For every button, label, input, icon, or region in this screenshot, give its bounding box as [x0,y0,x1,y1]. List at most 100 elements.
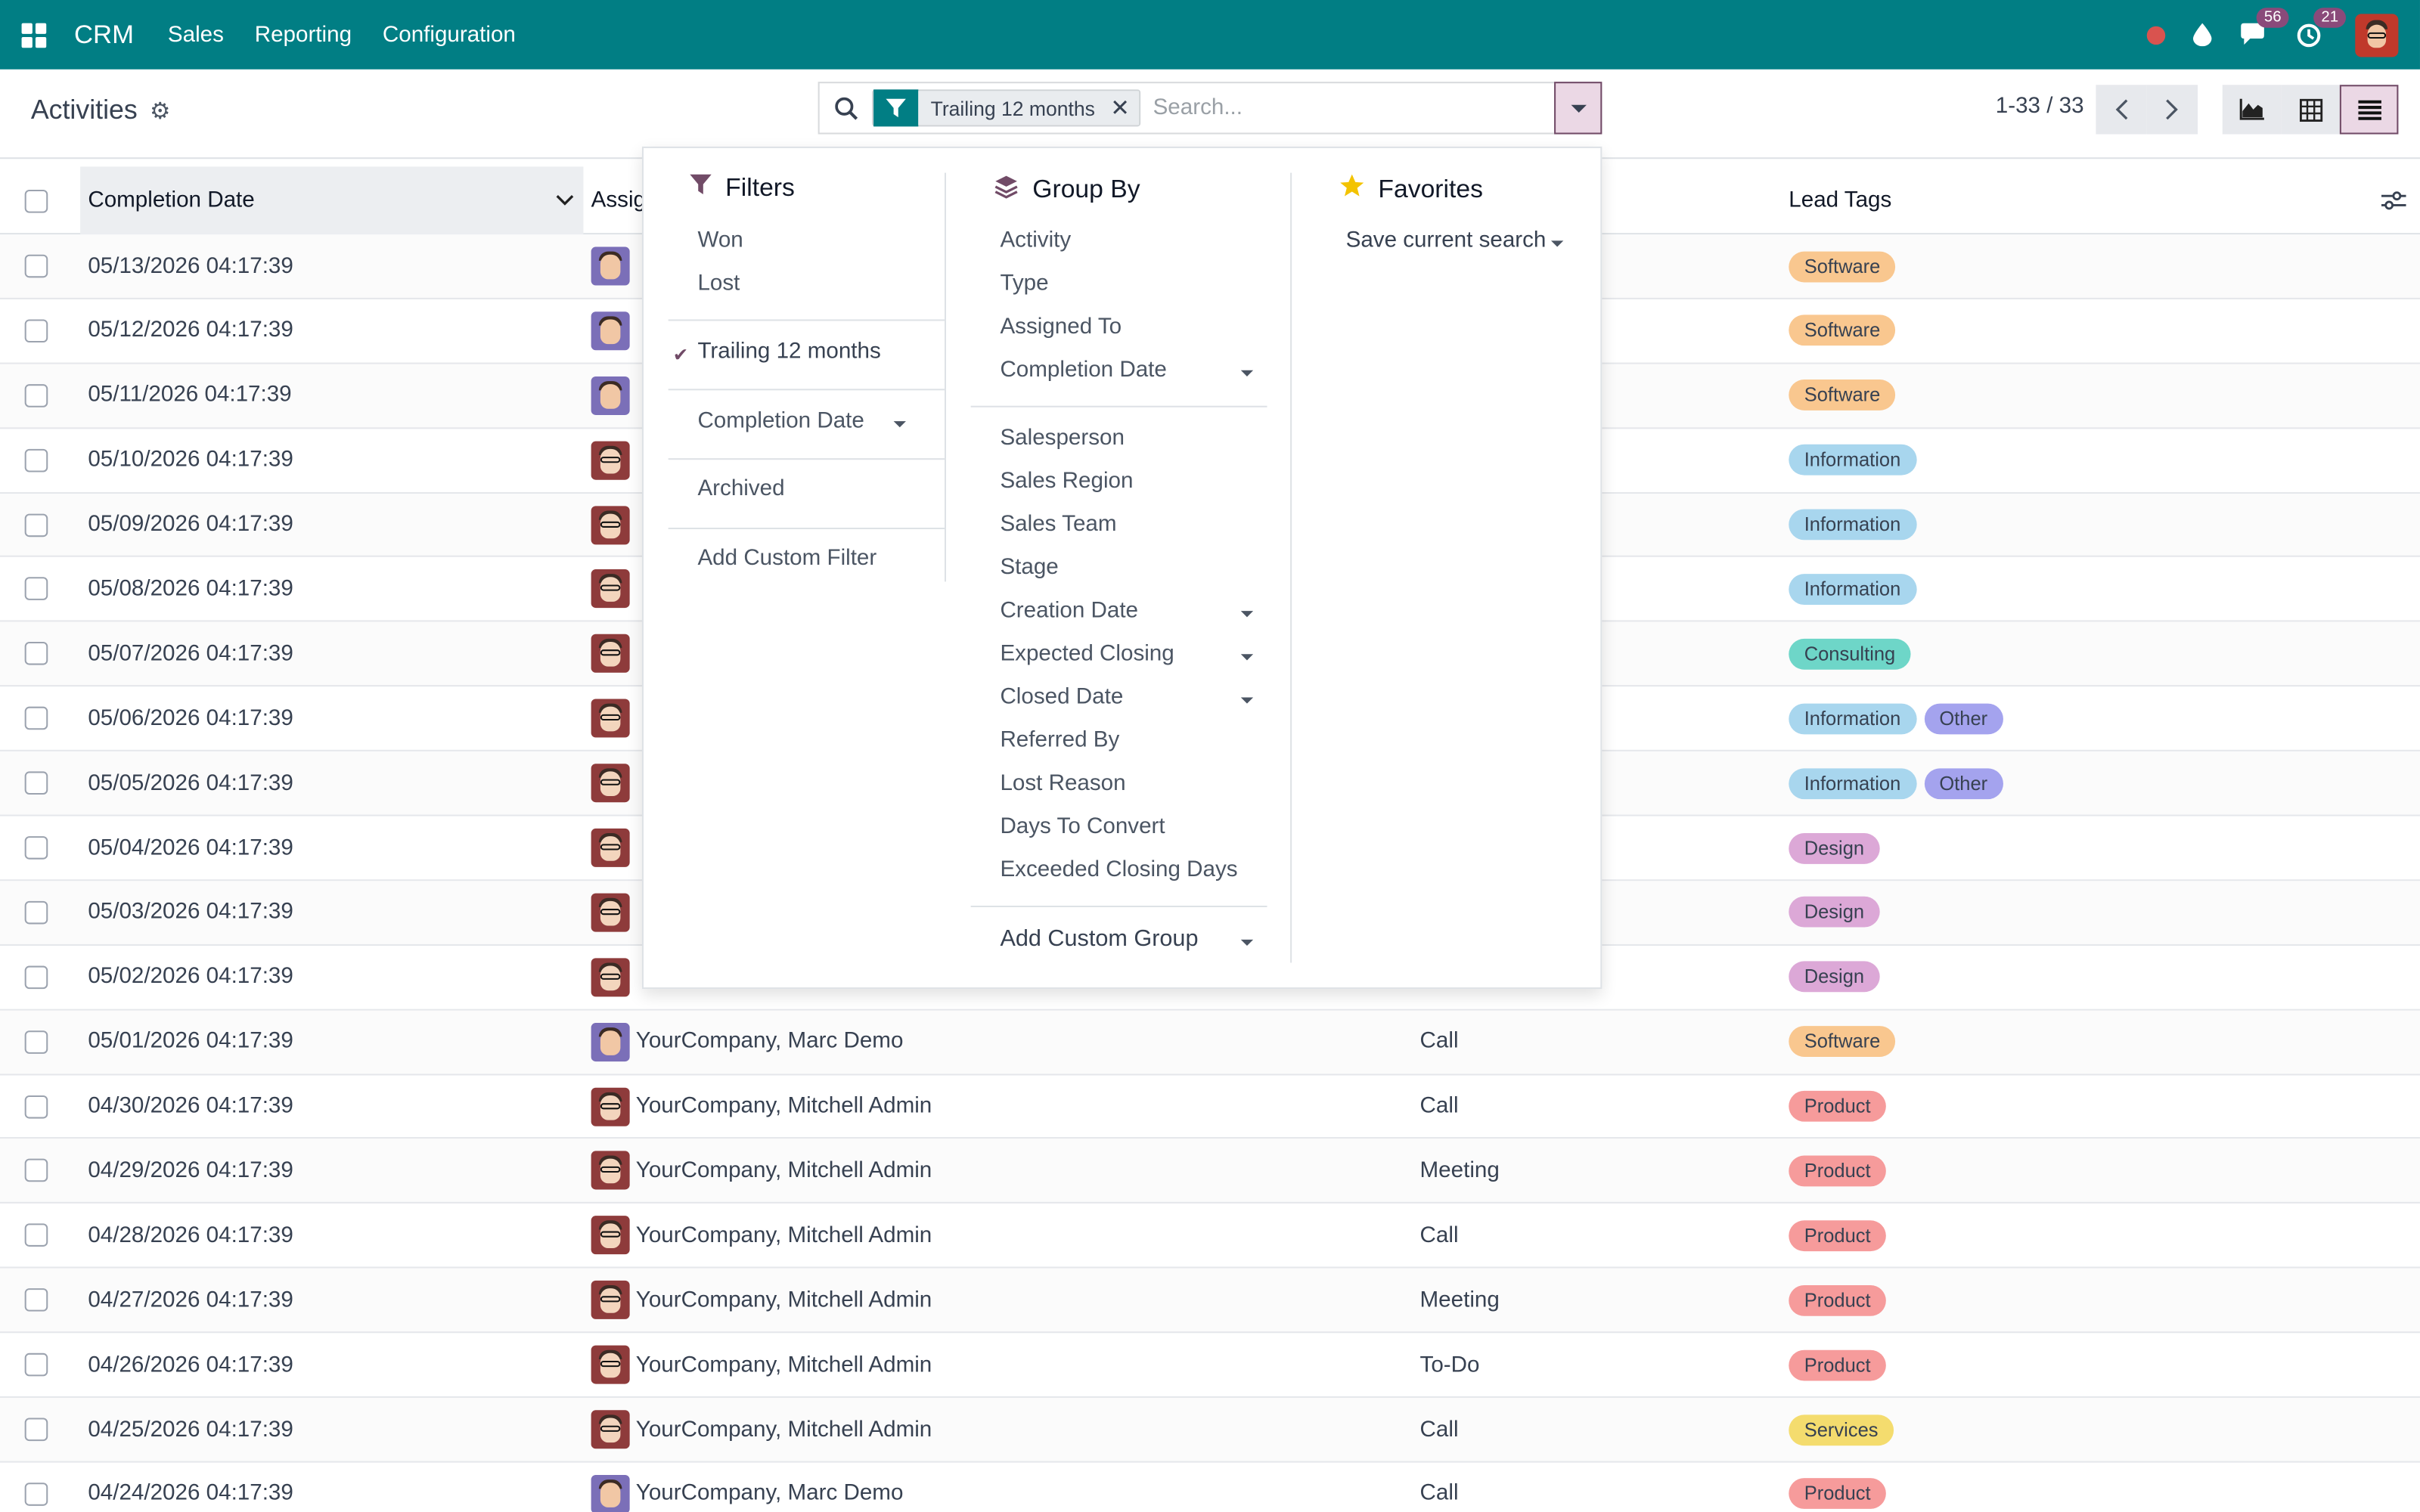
messages-icon[interactable]: 56 [2239,7,2289,48]
row-checkbox[interactable] [24,493,48,556]
caret-down-icon[interactable] [1240,939,1254,947]
pivot-view-button[interactable] [2281,85,2340,135]
row-checkbox[interactable] [24,1398,48,1461]
group-by-option[interactable]: Completion Date [1000,358,1166,383]
assigned-cell [591,881,636,944]
search-icon[interactable] [820,96,872,120]
completion-date-cell: 04/29/2026 04:17:39 [88,1158,293,1184]
group-by-option[interactable]: Creation Date [1000,599,1138,624]
column-divider [944,172,947,582]
row-checkbox[interactable] [24,881,48,944]
group-by-option[interactable]: Sales Team [1000,513,1116,538]
caret-down-icon[interactable] [1240,370,1254,376]
row-checkbox[interactable] [24,234,48,298]
avatar [591,1216,630,1255]
add-custom-filter-link[interactable]: Add Custom Filter [697,546,876,571]
row-checkbox[interactable] [24,622,48,686]
table-row[interactable]: 05/01/2026 04:17:39 YourCompany, Marc De… [0,1010,2420,1075]
table-row[interactable]: 04/26/2026 04:17:39 YourCompany, Mitchel… [0,1334,2420,1399]
group-by-option[interactable]: Sales Region [1000,469,1133,494]
row-checkbox[interactable] [24,1334,48,1397]
group-by-option[interactable]: Stage [1000,556,1058,581]
caret-down-icon[interactable] [1551,240,1564,247]
menu-reporting[interactable]: Reporting [255,23,352,48]
filter-trailing-12-months[interactable]: Trailing 12 months [697,339,880,364]
row-checkbox[interactable] [24,816,48,880]
assigned-name: YourCompany, Mitchell Admin [635,1352,932,1377]
filter-won[interactable]: Won [697,228,743,253]
remove-facet-icon[interactable]: ✕ [1110,94,1130,122]
caret-down-icon[interactable] [1240,697,1254,704]
pager-previous-button[interactable] [2096,85,2147,135]
caret-down-icon[interactable] [1240,611,1254,618]
recording-indicator-icon[interactable] [2146,25,2166,45]
group-by-option[interactable]: Salesperson [1000,426,1125,451]
pager-next-button[interactable] [2146,85,2198,135]
row-checkbox[interactable] [24,299,48,363]
row-checkbox[interactable] [24,1075,48,1139]
row-checkbox[interactable] [24,751,48,815]
table-row[interactable]: 04/29/2026 04:17:39 YourCompany, Mitchel… [0,1139,2420,1204]
column-lead-tags[interactable]: Lead Tags [1789,166,1891,234]
assigned-name: YourCompany, Mitchell Admin [635,1158,932,1184]
group-by-option[interactable]: Days To Convert [1000,815,1165,840]
graph-view-button[interactable] [2222,85,2282,135]
group-by-option[interactable]: Activity [1000,228,1071,253]
menu-configuration[interactable]: Configuration [383,23,516,48]
menu-sales[interactable]: Sales [168,23,224,48]
column-assigned[interactable]: Assig [591,166,646,234]
drop-icon[interactable] [2192,23,2212,47]
row-checkbox[interactable] [24,1463,48,1512]
row-checkbox[interactable] [24,1010,48,1074]
add-custom-group-select[interactable]: Add Custom Group [1000,925,1198,952]
group-by-option[interactable]: Closed Date [1000,685,1123,710]
table-row[interactable]: 04/28/2026 04:17:39 YourCompany, Mitchel… [0,1204,2420,1269]
pager-value[interactable]: 1-33 / 33 [1996,94,2084,119]
star-icon [1339,174,1364,206]
save-current-search-toggle[interactable]: Save current search [1346,228,1547,253]
group-by-option[interactable]: Expected Closing [1000,642,1174,667]
filter-icon [873,89,919,127]
avatar [591,699,630,738]
group-by-option[interactable]: Assigned To [1000,314,1122,339]
user-avatar[interactable] [2355,13,2399,57]
table-row[interactable]: 04/27/2026 04:17:39 YourCompany, Mitchel… [0,1269,2420,1334]
filter-facet[interactable]: Trailing 12 months ✕ [872,89,1141,127]
caret-down-icon[interactable] [893,421,906,428]
column-completion-date[interactable]: Completion Date [80,166,584,235]
row-checkbox[interactable] [24,364,48,427]
table-row[interactable]: 04/25/2026 04:17:39 YourCompany, Mitchel… [0,1398,2420,1463]
list-view-button[interactable] [2339,85,2399,135]
gear-icon[interactable]: ⚙ [150,97,170,125]
filter-completion-date[interactable]: Completion Date [697,409,864,434]
table-row[interactable]: 04/30/2026 04:17:39 YourCompany, Mitchel… [0,1075,2420,1140]
group-by-option[interactable]: Exceeded Closing Days [1000,858,1237,883]
row-checkbox[interactable] [24,1139,48,1203]
app-brand[interactable]: CRM [74,20,134,51]
group-by-option[interactable]: Referred By [1000,728,1119,753]
tag-badge: Information [1789,574,1916,605]
row-checkbox[interactable] [24,1204,48,1268]
apps-menu-icon[interactable] [0,0,68,70]
filter-lost[interactable]: Lost [697,271,740,296]
row-checkbox[interactable] [24,687,48,751]
favorites-title: Favorites [1378,175,1483,203]
select-all-checkbox[interactable] [24,166,48,234]
row-checkbox[interactable] [24,558,48,621]
assigned-cell: YourCompany, Mitchell Admin [591,1075,932,1139]
filter-archived[interactable]: Archived [697,477,784,502]
table-row[interactable]: 04/24/2026 04:17:39 YourCompany, Marc De… [0,1463,2420,1512]
optional-columns-icon[interactable] [2381,166,2406,234]
group-by-option[interactable]: Type [1000,271,1048,296]
completion-date-cell: 05/01/2026 04:17:39 [88,1029,293,1055]
lead-tags-cell: Information [1789,493,1924,556]
search-options-toggle-button[interactable] [1554,82,1602,135]
group-by-option[interactable]: Lost Reason [1000,771,1125,796]
caret-down-icon[interactable] [1240,654,1254,661]
activities-icon[interactable]: 21 [2297,7,2347,48]
row-checkbox[interactable] [24,429,48,492]
tag-badge: Product [1789,1091,1887,1122]
row-checkbox[interactable] [24,946,48,1009]
search-input[interactable] [1153,95,1539,121]
row-checkbox[interactable] [24,1269,48,1332]
